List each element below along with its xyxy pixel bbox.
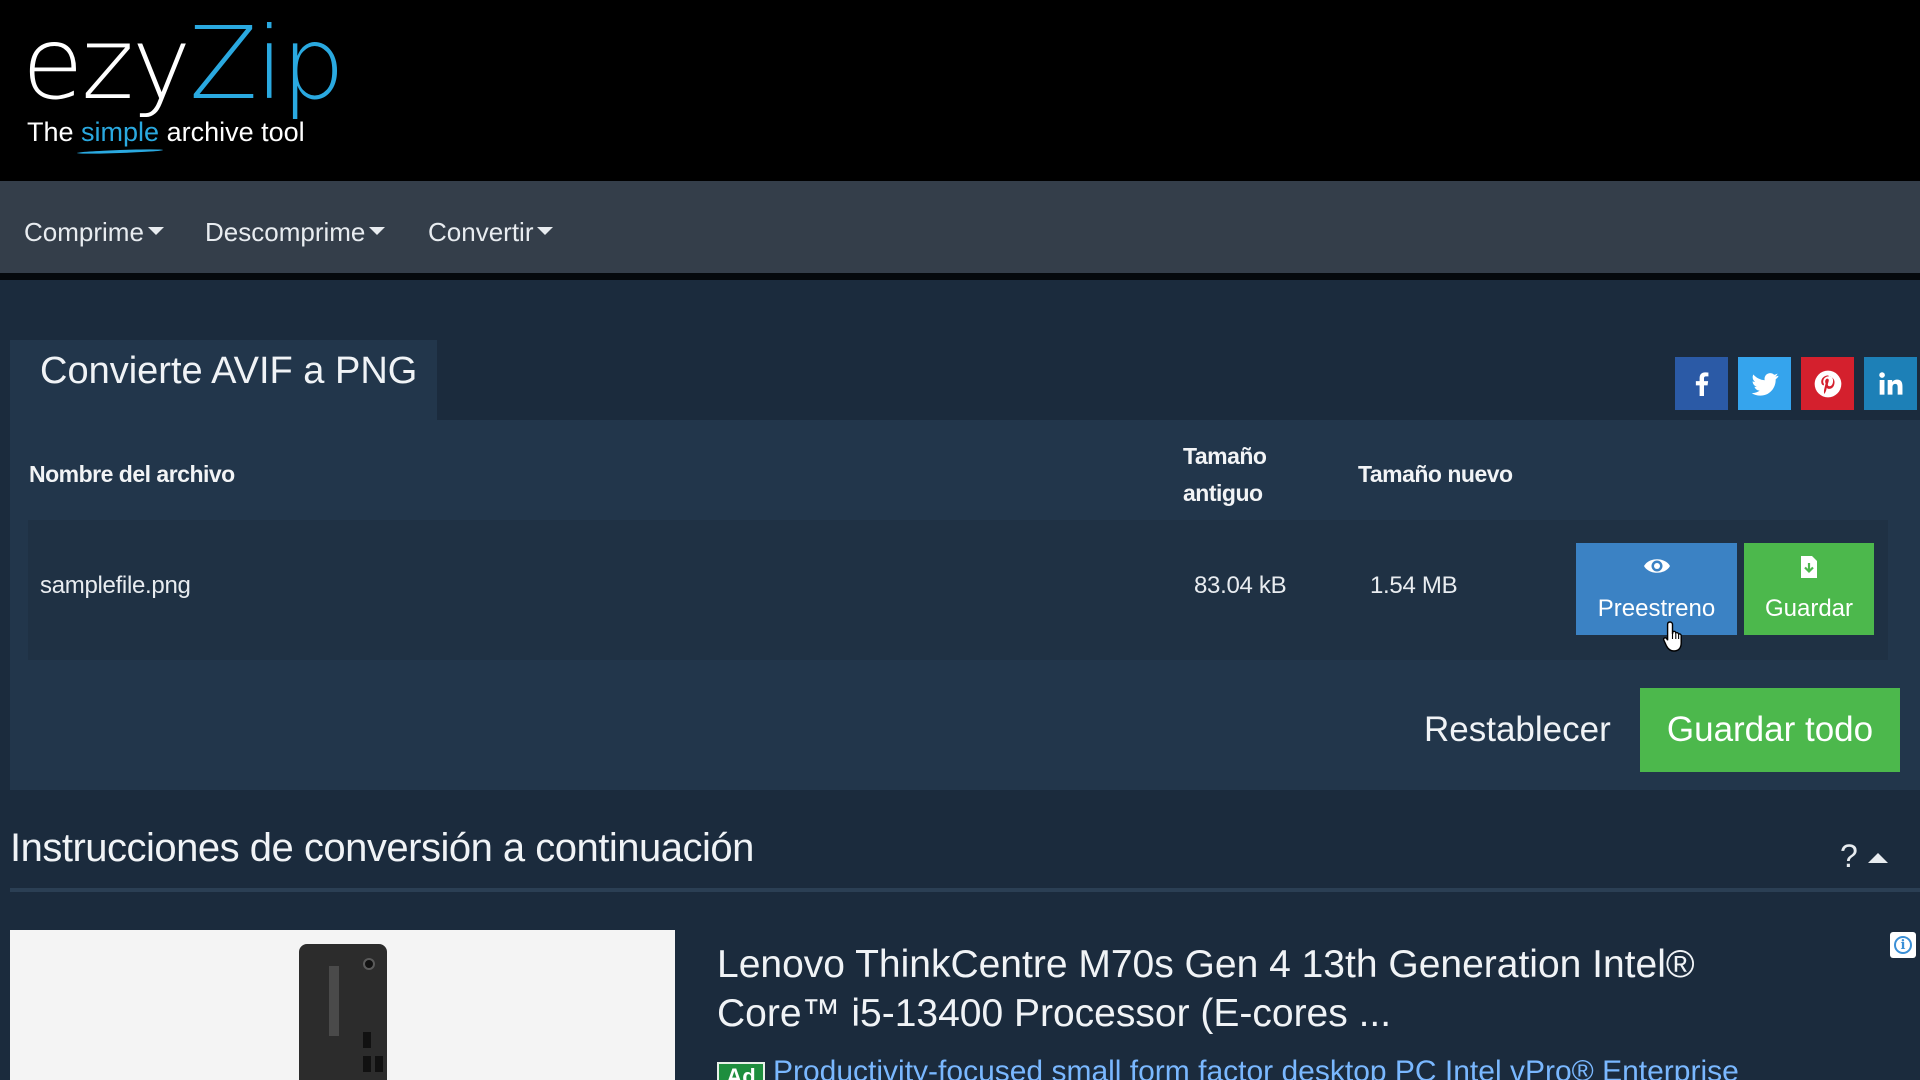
nav-item-label: Convertir (428, 217, 534, 247)
reset-button[interactable]: Restablecer (1424, 710, 1611, 750)
tagline-highlight: simple (81, 117, 160, 147)
header-old-size-line2: antiguo (1183, 480, 1263, 506)
ezyzip-logo[interactable]: ezyZip The simple archive tool (22, 14, 345, 154)
nav-item-label: Comprime (24, 217, 144, 247)
pinterest-share-button[interactable] (1801, 357, 1854, 410)
ad-title[interactable]: Lenovo ThinkCentre M70s Gen 4 13th Gener… (717, 940, 1867, 1038)
twitter-icon (1751, 372, 1778, 396)
help-button[interactable]: ? (1840, 838, 1858, 875)
hand-cursor-icon (1662, 621, 1682, 652)
preview-label: Preestreno (1597, 595, 1716, 622)
main-nav: Comprime Descomprime Convertir (0, 181, 1920, 280)
header-new-size: Tamaño nuevo (1358, 461, 1513, 487)
facebook-icon (1695, 371, 1708, 396)
page-title: Convierte AVIF a PNG (40, 350, 418, 392)
site-header: ezyZip The simple archive tool (0, 0, 1920, 181)
ad-description[interactable]: Productivity-focused small form factor d… (773, 1055, 1739, 1080)
logo-zip-text: Zip (189, 5, 345, 122)
eye-icon (1576, 555, 1737, 581)
linkedin-icon (1878, 371, 1902, 395)
logo-wordmark: ezyZip (22, 14, 345, 114)
header-old-size: Tamaño antiguo (1183, 438, 1267, 512)
instructions-heading: Instrucciones de conversión a continuaci… (10, 826, 754, 870)
table-row: samplefile.png 83.04 kB 1.54 MB Preestre… (28, 520, 1888, 660)
tool-tab: Convierte AVIF a PNG (10, 340, 437, 420)
ad-badge: Ad (717, 1062, 765, 1080)
file-panel: Nombre del archivo Tamaño antiguo Tamaño… (10, 420, 1920, 790)
power-button-graphic (363, 958, 375, 970)
file-download-icon (1744, 555, 1874, 581)
preview-button[interactable]: Preestreno (1576, 543, 1737, 635)
nav-item-convertir[interactable]: Convertir (428, 217, 554, 248)
ad-product-image[interactable] (10, 930, 675, 1080)
facebook-share-button[interactable] (1675, 357, 1728, 410)
twitter-share-button[interactable] (1738, 357, 1791, 410)
info-icon: i (1894, 936, 1912, 954)
nav-item-comprime[interactable]: Comprime (24, 217, 164, 248)
desktop-tower-image (299, 944, 387, 1080)
product-label-graphic (329, 966, 339, 1036)
nav-item-descomprime[interactable]: Descomprime (205, 217, 386, 248)
ad-info-button[interactable]: i (1890, 932, 1916, 958)
logo-tagline: The simple archive tool (27, 117, 305, 148)
linkedin-share-button[interactable] (1864, 357, 1917, 410)
tagline-after: archive tool (159, 117, 305, 147)
chevron-down-icon (147, 227, 164, 235)
port-graphic (363, 1056, 371, 1072)
save-label: Guardar (1764, 595, 1854, 622)
ad-title-line2: Core™ i5-13400 Processor (E-cores ... (717, 992, 1392, 1035)
save-button[interactable]: Guardar (1744, 543, 1874, 635)
chevron-down-icon (369, 227, 386, 235)
file-name: samplefile.png (40, 572, 191, 599)
pinterest-icon (1814, 370, 1841, 397)
header-filename: Nombre del archivo (29, 461, 235, 487)
old-size-value: 83.04 kB (1194, 572, 1287, 599)
nav-item-label: Descomprime (205, 217, 366, 247)
new-size-value: 1.54 MB (1370, 572, 1458, 599)
collapse-caret-icon[interactable] (1868, 853, 1888, 863)
save-all-button[interactable]: Guardar todo (1640, 688, 1900, 772)
tagline-before: The (27, 117, 82, 147)
port-graphic (375, 1056, 383, 1072)
chevron-down-icon (537, 227, 554, 235)
section-divider (10, 888, 1920, 892)
header-old-size-line1: Tamaño (1183, 443, 1267, 469)
ad-title-line1: Lenovo ThinkCentre M70s Gen 4 13th Gener… (717, 943, 1695, 986)
port-graphic (363, 1032, 371, 1048)
logo-ezy-text: ezy (22, 5, 191, 122)
